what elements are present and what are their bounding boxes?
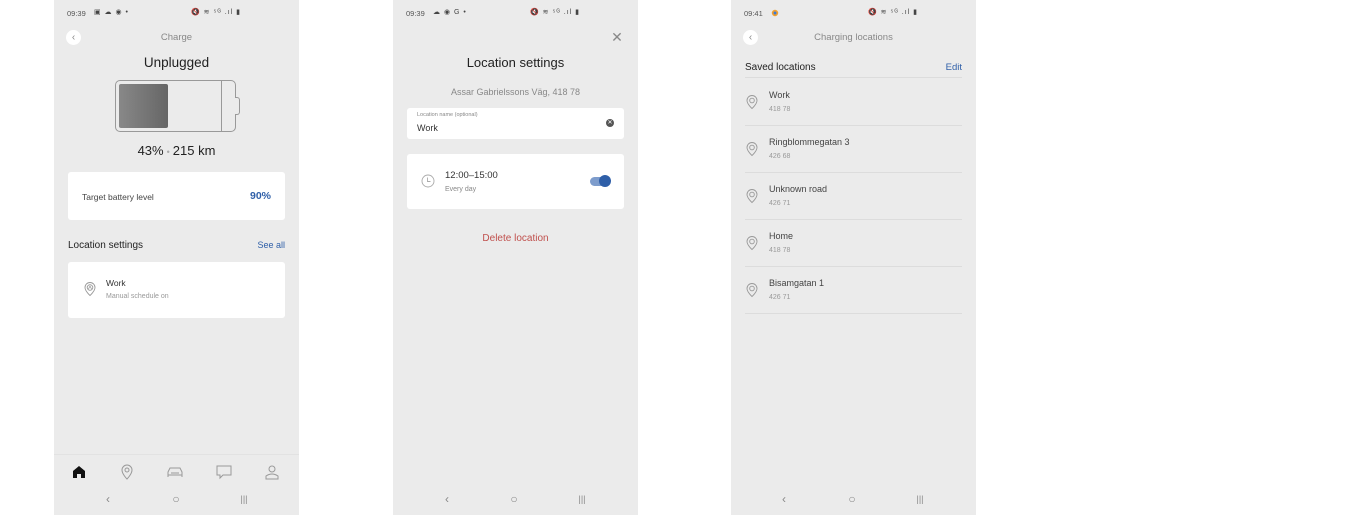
battery-graphic bbox=[115, 80, 240, 132]
location-settings-header: Location settings See all bbox=[68, 240, 285, 251]
list-item[interactable]: Bisamgatan 1 426 71 bbox=[745, 267, 962, 314]
location-subtitle: Manual schedule on bbox=[106, 293, 169, 300]
target-battery-value: 90% bbox=[249, 190, 271, 202]
charge-screen: 09:39 ▣ ☁ ◉ • 🔇 ≋ ⁵ᴳ .ıl ▮ ‹ Charge Unpl… bbox=[54, 0, 299, 515]
separator-dot: • bbox=[166, 147, 170, 157]
location-postcode: 418 78 bbox=[769, 106, 791, 113]
status-time: 09:39 bbox=[67, 9, 86, 18]
charging-locations-screen: 09:41 🔇 ≋ ⁵ᴳ .ıl ▮ ‹ Charging locations … bbox=[731, 0, 976, 515]
system-icons: 🔇 ≋ ⁵ᴳ .ıl ▮ bbox=[868, 9, 919, 16]
location-address: Assar Gabrielssons Väg, 418 78 bbox=[450, 87, 581, 97]
saved-locations-header: Saved locations Edit bbox=[745, 62, 962, 78]
nav-recents-button[interactable]: ||| bbox=[572, 494, 592, 512]
saved-locations-list: Work 418 78 Ringblommegatan 3 426 68 Unk… bbox=[745, 79, 962, 314]
location-name: Bisamgatan 1 bbox=[769, 278, 825, 288]
close-icon: ✕ bbox=[611, 29, 623, 45]
location-icon bbox=[121, 464, 133, 480]
status-bar: 09:39 ☁ ◉ G • 🔇 ≋ ⁵ᴳ .ıl ▮ bbox=[406, 8, 625, 20]
nav-back-button[interactable]: ‹ bbox=[98, 492, 118, 510]
status-bar: 09:39 ▣ ☁ ◉ • 🔇 ≋ ⁵ᴳ .ıl ▮ bbox=[67, 8, 286, 20]
screen-title: Charging locations bbox=[814, 32, 893, 43]
battery-divider bbox=[221, 81, 222, 131]
nav-home-button[interactable]: ○ bbox=[504, 492, 524, 510]
location-name: Work bbox=[106, 278, 126, 288]
location-card-work[interactable]: Work Manual schedule on bbox=[68, 262, 285, 318]
screen-title: Charge bbox=[160, 32, 193, 43]
location-settings-screen: 09:39 ☁ ◉ G • 🔇 ≋ ⁵ᴳ .ıl ▮ ✕ Location se… bbox=[393, 0, 638, 515]
location-postcode: 426 71 bbox=[769, 294, 791, 301]
home-icon bbox=[73, 466, 85, 478]
location-name: Work bbox=[769, 90, 790, 100]
bottom-tab-bar bbox=[54, 454, 299, 486]
schedule-time: 12:00–15:00 bbox=[445, 170, 498, 181]
status-time: 09:41 bbox=[744, 9, 763, 18]
nav-home-button[interactable]: ○ bbox=[842, 492, 862, 510]
modal-title: Location settings bbox=[466, 55, 565, 70]
location-postcode: 426 71 bbox=[769, 200, 791, 207]
app-notification-icon bbox=[771, 8, 779, 19]
toggle-knob bbox=[599, 175, 611, 187]
list-item[interactable]: Ringblommegatan 3 426 68 bbox=[745, 126, 962, 173]
system-nav-bar: ‹ ○ ||| bbox=[393, 490, 638, 512]
tab-location[interactable] bbox=[118, 463, 136, 481]
schedule-toggle[interactable] bbox=[590, 175, 611, 187]
location-name: Unknown road bbox=[769, 184, 828, 194]
location-pin-icon bbox=[745, 141, 759, 157]
charge-status: Unplugged bbox=[143, 55, 210, 70]
nav-home-button[interactable]: ○ bbox=[166, 492, 186, 510]
schedule-days: Every day bbox=[445, 186, 477, 193]
see-all-link[interactable]: See all bbox=[257, 240, 285, 250]
list-item[interactable]: Home 418 78 bbox=[745, 220, 962, 267]
location-name-field[interactable]: Location name (optional) ✕ bbox=[407, 108, 624, 139]
status-time: 09:39 bbox=[406, 9, 425, 18]
list-item[interactable]: Work 418 78 bbox=[745, 79, 962, 126]
target-battery-card[interactable]: Target battery level 90% bbox=[68, 172, 285, 220]
nav-recents-button[interactable]: ||| bbox=[910, 494, 930, 512]
location-postcode: 418 78 bbox=[769, 247, 791, 254]
edit-link[interactable]: Edit bbox=[946, 62, 962, 73]
nav-recents-button[interactable]: ||| bbox=[234, 494, 254, 512]
location-pin-icon bbox=[745, 188, 759, 204]
schedule-card[interactable]: 12:00–15:00 Every day bbox=[407, 154, 624, 209]
battery-terminal bbox=[235, 97, 240, 115]
location-name: Home bbox=[769, 231, 794, 241]
battery-percent: 43% bbox=[137, 143, 164, 158]
location-pin-icon bbox=[745, 94, 759, 110]
battery-range: 215 km bbox=[172, 143, 216, 158]
nav-back-button[interactable]: ‹ bbox=[774, 492, 794, 510]
tab-car[interactable] bbox=[166, 463, 184, 481]
notification-icons: ☁ ◉ G • bbox=[433, 9, 467, 16]
list-item[interactable]: Unknown road 426 71 bbox=[745, 173, 962, 220]
section-title: Location settings bbox=[68, 240, 144, 251]
tab-messages[interactable] bbox=[215, 463, 233, 481]
delete-location-button[interactable]: Delete location bbox=[393, 233, 638, 244]
battery-stats: 43% • 215 km bbox=[54, 143, 299, 158]
saved-locations-title: Saved locations bbox=[745, 62, 816, 73]
nav-back-button[interactable]: ‹ bbox=[437, 492, 457, 510]
clock-icon bbox=[421, 174, 435, 188]
input-label: Location name (optional) bbox=[417, 112, 478, 118]
car-icon bbox=[167, 467, 183, 477]
tab-home[interactable] bbox=[70, 463, 88, 481]
location-postcode: 426 68 bbox=[769, 153, 791, 160]
location-name: Ringblommegatan 3 bbox=[769, 137, 850, 147]
clear-icon: ✕ bbox=[607, 120, 613, 126]
battery-fill bbox=[119, 84, 168, 128]
notification-icons: ▣ ☁ ◉ • bbox=[94, 9, 130, 16]
system-icons: 🔇 ≋ ⁵ᴳ .ıl ▮ bbox=[530, 9, 581, 16]
system-icons: 🔇 ≋ ⁵ᴳ .ıl ▮ bbox=[191, 9, 242, 16]
system-nav-bar: ‹ ○ ||| bbox=[54, 490, 299, 512]
location-pin-icon bbox=[745, 282, 759, 298]
system-nav-bar: ‹ ○ ||| bbox=[731, 490, 976, 512]
target-battery-label: Target battery level bbox=[82, 192, 154, 202]
status-bar: 09:41 🔇 ≋ ⁵ᴳ .ıl ▮ bbox=[744, 8, 963, 20]
location-name-input[interactable] bbox=[417, 123, 587, 133]
location-pin-icon bbox=[82, 281, 98, 297]
clear-input-button[interactable]: ✕ bbox=[606, 119, 614, 127]
chat-icon bbox=[216, 465, 232, 480]
location-pin-icon bbox=[745, 235, 759, 251]
profile-icon bbox=[265, 465, 279, 480]
tab-profile[interactable] bbox=[263, 463, 281, 481]
close-button[interactable]: ✕ bbox=[610, 30, 624, 44]
